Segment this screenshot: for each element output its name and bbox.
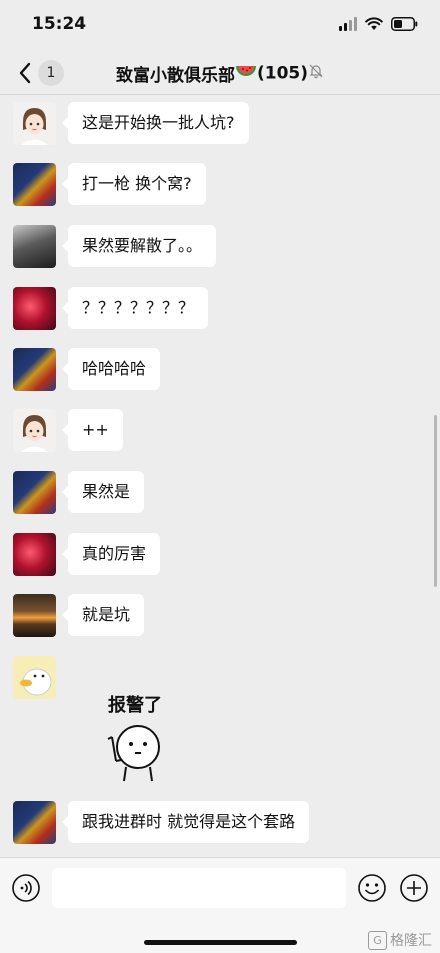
more-button[interactable] — [399, 873, 429, 903]
message-bubble[interactable]: 打一枪 换个窝? — [62, 163, 206, 205]
message-bubble[interactable]: 果然要解散了。。 — [61, 225, 217, 267]
sticker-message[interactable]: 报警了 — [90, 691, 180, 786]
status-bar: 15:24 — [0, 0, 440, 52]
group-name: 致富小散俱乐部 — [115, 66, 235, 86]
message-row: 果然要解散了。。 — [13, 225, 217, 268]
message-row: 哈哈哈哈 — [13, 348, 161, 391]
message-bubble[interactable]: 这是开始换一批人坑? — [62, 102, 249, 144]
red-light-photo-avatar[interactable] — [13, 287, 56, 330]
emoji-icon — [357, 874, 387, 907]
cellular-signal-icon — [339, 17, 357, 31]
chat-title[interactable]: 致富小散俱乐部 (105) — [0, 61, 440, 86]
duck-cartoon-avatar[interactable] — [13, 656, 56, 699]
woman-cartoon-avatar[interactable] — [13, 102, 56, 145]
status-icons — [339, 17, 418, 31]
message-bubble[interactable]: ？？？？？？？ — [61, 287, 209, 329]
message-row: ？？？？？？？ — [13, 287, 209, 330]
message-row: 真的厉害 — [13, 533, 161, 576]
message-row: 果然是 — [13, 471, 145, 514]
message-bubble[interactable]: 真的厉害 — [61, 533, 161, 575]
kids-photo-avatar[interactable] — [13, 348, 56, 391]
watermark: G 格隆汇 — [368, 930, 432, 950]
message-row — [13, 656, 56, 699]
member-count: (105) — [256, 63, 309, 84]
wifi-icon — [365, 17, 383, 31]
status-time: 15:24 — [32, 14, 87, 34]
scrollbar[interactable] — [434, 415, 437, 587]
battery-icon — [391, 17, 418, 31]
kids-photo-avatar[interactable] — [13, 163, 56, 206]
bell-off-icon — [308, 63, 324, 84]
message-row: 这是开始换一批人坑? — [13, 102, 249, 145]
message-row: 就是坑 — [13, 594, 145, 637]
dark-hair-photo-avatar[interactable] — [13, 225, 56, 268]
message-list[interactable]: 这是开始换一批人坑? 打一枪 换个窝? 果然要解散了。。 ？？？？？？？ 哈哈哈… — [0, 95, 440, 857]
phone-call-cartoon-icon — [90, 725, 180, 787]
chat-header: 1 致富小散俱乐部 (105) — [0, 52, 440, 95]
home-indicator — [144, 940, 297, 945]
red-light-photo-avatar[interactable] — [13, 533, 56, 576]
message-input[interactable] — [52, 868, 346, 908]
message-bubble[interactable]: ++ — [62, 409, 123, 451]
message-row: 跟我进群时 就觉得是这个套路 — [13, 801, 310, 844]
sunset-photo-avatar[interactable] — [13, 594, 56, 637]
message-row: 打一枪 换个窝? — [13, 163, 206, 206]
watermark-logo: G — [368, 930, 387, 950]
kids-photo-avatar[interactable] — [13, 471, 56, 514]
voice-icon — [11, 874, 41, 907]
emoji-button[interactable] — [357, 873, 387, 903]
plus-icon — [399, 874, 429, 907]
message-bubble[interactable]: 跟我进群时 就觉得是这个套路 — [61, 801, 310, 843]
woman-cartoon-avatar[interactable] — [13, 409, 56, 452]
watermelon-icon — [235, 63, 257, 84]
message-bubble[interactable]: 就是坑 — [61, 594, 145, 636]
message-bubble[interactable]: 果然是 — [61, 471, 145, 513]
sticker-text: 报警了 — [108, 695, 162, 716]
input-bar: G 格隆汇 — [0, 857, 440, 953]
message-row: ++ — [13, 409, 123, 452]
watermark-text: 格隆汇 — [390, 933, 432, 949]
kids-photo-avatar[interactable] — [13, 801, 56, 844]
message-bubble[interactable]: 哈哈哈哈 — [61, 348, 161, 390]
voice-button[interactable] — [11, 873, 41, 903]
